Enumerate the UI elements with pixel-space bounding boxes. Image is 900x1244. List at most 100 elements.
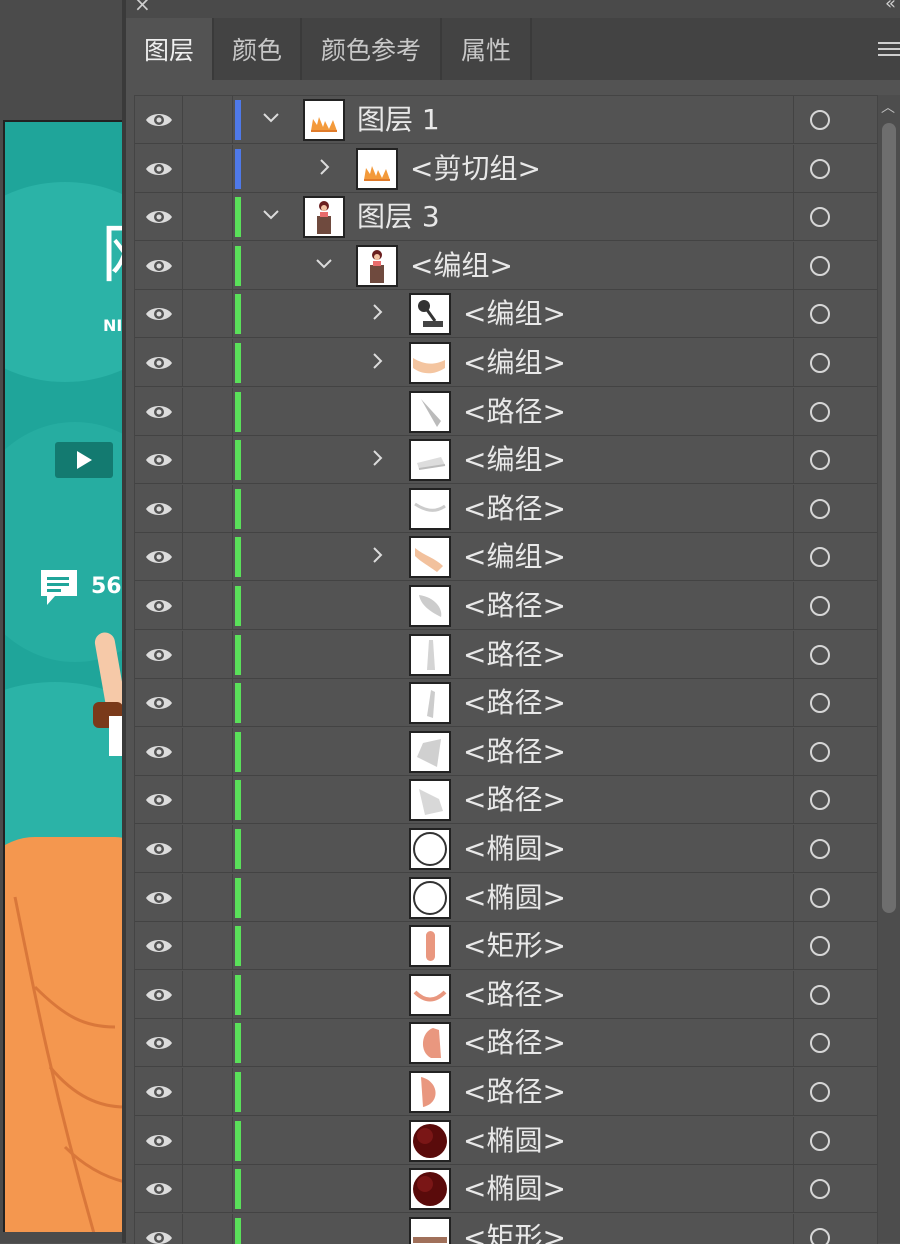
layer-row[interactable]: <椭圆> xyxy=(135,1116,877,1165)
layer-row[interactable]: <路径> xyxy=(135,630,877,679)
visibility-toggle[interactable] xyxy=(135,922,183,971)
layer-row[interactable]: <编组> xyxy=(135,290,877,339)
layer-name[interactable]: <椭圆> xyxy=(463,1165,566,1213)
target-column[interactable] xyxy=(793,1116,877,1165)
panel-title-bar[interactable]: × « xyxy=(126,0,900,18)
layer-name[interactable]: <剪切组> xyxy=(410,145,541,193)
target-circle-icon[interactable] xyxy=(810,110,830,130)
visibility-toggle[interactable] xyxy=(135,1116,183,1165)
visibility-toggle[interactable] xyxy=(135,436,183,485)
target-circle-icon[interactable] xyxy=(810,1227,830,1244)
layer-name[interactable]: 图层 3 xyxy=(357,193,440,241)
layer-name[interactable]: <路径> xyxy=(463,631,566,679)
chevron-down-icon[interactable] xyxy=(261,108,281,128)
visibility-toggle[interactable] xyxy=(135,1165,183,1214)
layer-row[interactable]: <编组> xyxy=(135,339,877,387)
layer-name[interactable]: <路径> xyxy=(463,485,566,533)
target-circle-icon[interactable] xyxy=(810,887,830,908)
target-column[interactable] xyxy=(793,825,877,873)
visibility-toggle[interactable] xyxy=(135,1213,183,1244)
layer-name[interactable]: <路径> xyxy=(463,728,566,776)
target-column[interactable] xyxy=(793,1068,877,1116)
visibility-toggle[interactable] xyxy=(135,776,183,825)
target-column[interactable] xyxy=(793,1213,877,1244)
visibility-toggle[interactable] xyxy=(135,970,183,1019)
layer-name[interactable]: <路径> xyxy=(463,1019,566,1067)
target-circle-icon[interactable] xyxy=(810,1130,830,1151)
target-column[interactable] xyxy=(793,339,877,387)
layer-row[interactable]: <路径> xyxy=(135,1068,877,1116)
tab-properties[interactable]: 属性 xyxy=(442,18,530,80)
target-column[interactable] xyxy=(793,776,877,825)
layer-row[interactable]: 图层 3 xyxy=(135,193,877,242)
target-column[interactable] xyxy=(793,96,877,144)
lock-toggle[interactable] xyxy=(183,436,233,485)
layer-name[interactable]: <编组> xyxy=(410,242,513,290)
target-circle-icon[interactable] xyxy=(810,596,830,616)
layer-name[interactable]: <路径> xyxy=(463,582,566,630)
target-column[interactable] xyxy=(793,727,877,776)
target-circle-icon[interactable] xyxy=(810,839,830,859)
layer-name[interactable]: <路径> xyxy=(463,776,566,824)
visibility-toggle[interactable] xyxy=(135,679,183,728)
layer-name[interactable]: <路径> xyxy=(463,388,566,436)
layer-row[interactable]: <剪切组> xyxy=(135,144,877,193)
tab-color[interactable]: 颜色 xyxy=(214,18,300,80)
layers-scrollbar[interactable]: ︿ xyxy=(878,95,900,1243)
layer-row[interactable]: <矩形> xyxy=(135,922,877,971)
target-column[interactable] xyxy=(793,533,877,582)
close-icon[interactable]: × xyxy=(134,0,151,14)
chevron-down-icon[interactable] xyxy=(314,254,334,274)
target-circle-icon[interactable] xyxy=(810,644,830,665)
lock-toggle[interactable] xyxy=(183,241,233,290)
layer-name[interactable]: <矩形> xyxy=(463,922,566,970)
target-circle-icon[interactable] xyxy=(810,207,830,228)
collapse-panel-icon[interactable]: « xyxy=(885,0,896,14)
lock-toggle[interactable] xyxy=(183,825,233,873)
visibility-toggle[interactable] xyxy=(135,533,183,582)
lock-toggle[interactable] xyxy=(183,776,233,825)
visibility-toggle[interactable] xyxy=(135,290,183,339)
chevron-down-icon[interactable] xyxy=(261,205,281,225)
target-column[interactable] xyxy=(793,630,877,679)
chevron-right-icon[interactable] xyxy=(367,302,387,322)
visibility-toggle[interactable] xyxy=(135,96,183,144)
layer-row[interactable]: <路径> xyxy=(135,727,877,776)
visibility-toggle[interactable] xyxy=(135,484,183,533)
target-circle-icon[interactable] xyxy=(810,158,830,179)
visibility-toggle[interactable] xyxy=(135,241,183,290)
lock-toggle[interactable] xyxy=(183,96,233,144)
target-circle-icon[interactable] xyxy=(810,741,830,762)
target-circle-icon[interactable] xyxy=(810,547,830,568)
target-column[interactable] xyxy=(793,484,877,533)
lock-toggle[interactable] xyxy=(183,1165,233,1214)
visibility-toggle[interactable] xyxy=(135,825,183,873)
document-canvas[interactable]: 网 NI 56 xyxy=(0,0,125,1243)
visibility-toggle[interactable] xyxy=(135,1068,183,1116)
layer-row[interactable]: <路径> xyxy=(135,484,877,533)
target-circle-icon[interactable] xyxy=(810,936,830,957)
panel-menu-icon[interactable] xyxy=(878,42,900,58)
lock-toggle[interactable] xyxy=(183,630,233,679)
lock-toggle[interactable] xyxy=(183,1116,233,1165)
lock-toggle[interactable] xyxy=(183,1019,233,1068)
target-column[interactable] xyxy=(793,679,877,728)
lock-toggle[interactable] xyxy=(183,193,233,242)
target-column[interactable] xyxy=(793,436,877,485)
visibility-toggle[interactable] xyxy=(135,727,183,776)
layer-row[interactable]: <矩形> xyxy=(135,1213,877,1244)
layer-name[interactable]: <编组> xyxy=(463,533,566,581)
layer-name[interactable]: <编组> xyxy=(463,436,566,484)
layer-row[interactable]: <椭圆> xyxy=(135,873,877,922)
visibility-toggle[interactable] xyxy=(135,582,183,630)
layer-name[interactable]: <椭圆> xyxy=(463,874,566,922)
lock-toggle[interactable] xyxy=(183,533,233,582)
play-button[interactable] xyxy=(55,442,113,478)
lock-toggle[interactable] xyxy=(183,970,233,1019)
target-column[interactable] xyxy=(793,970,877,1019)
layer-row[interactable]: <编组> xyxy=(135,241,877,290)
visibility-toggle[interactable] xyxy=(135,873,183,922)
visibility-toggle[interactable] xyxy=(135,387,183,436)
visibility-toggle[interactable] xyxy=(135,630,183,679)
target-circle-icon[interactable] xyxy=(810,790,830,811)
